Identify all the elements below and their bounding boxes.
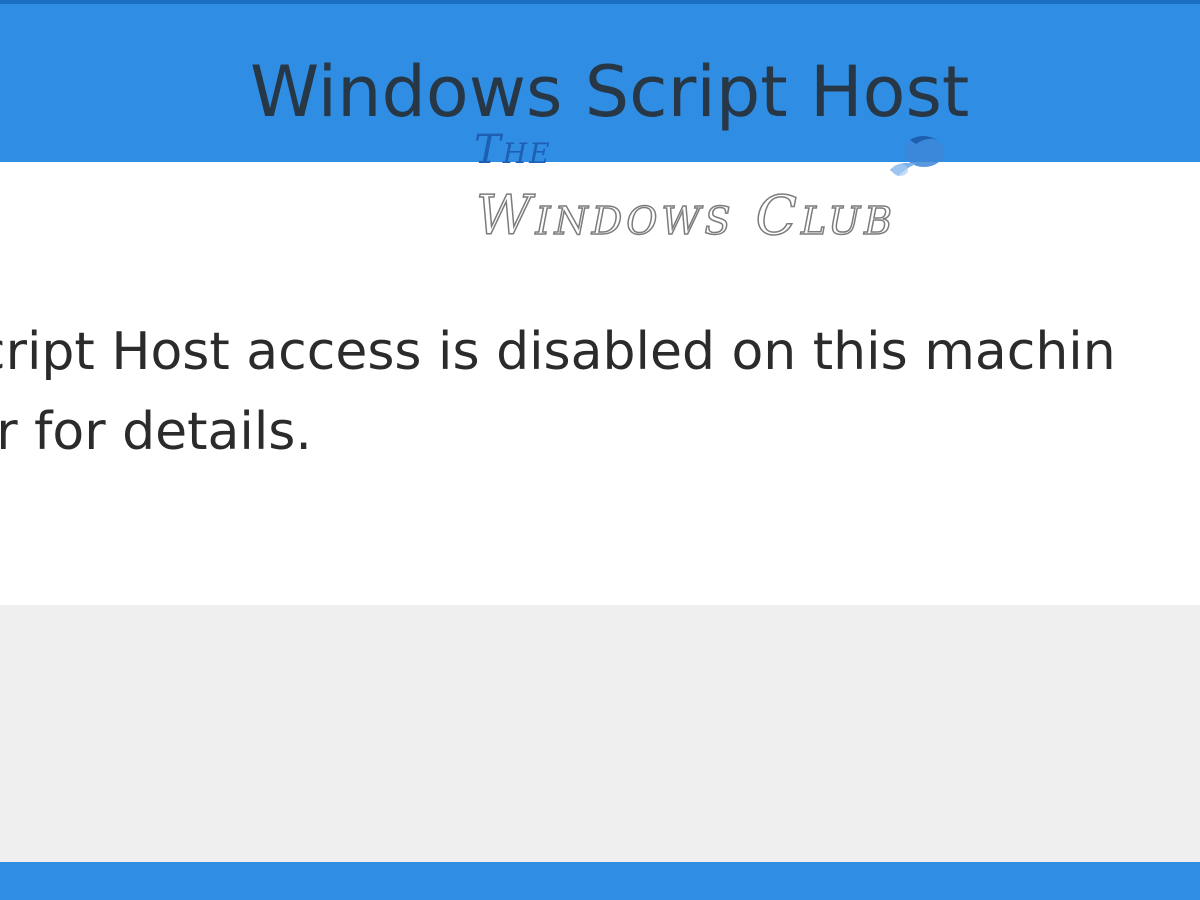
dialog-content: Script Host access is disabled on this m… bbox=[0, 162, 1200, 605]
error-message: Script Host access is disabled on this m… bbox=[0, 312, 1116, 472]
dialog-footer bbox=[0, 605, 1200, 863]
window-bottom-border bbox=[0, 862, 1200, 900]
error-message-line-2: tor for details. bbox=[0, 402, 312, 462]
error-dialog: Windows Script Host Script Host access i… bbox=[0, 0, 1200, 900]
error-message-line-1: Script Host access is disabled on this m… bbox=[0, 322, 1116, 382]
title-bar[interactable]: Windows Script Host bbox=[0, 0, 1200, 162]
window-title: Windows Script Host bbox=[250, 51, 970, 133]
